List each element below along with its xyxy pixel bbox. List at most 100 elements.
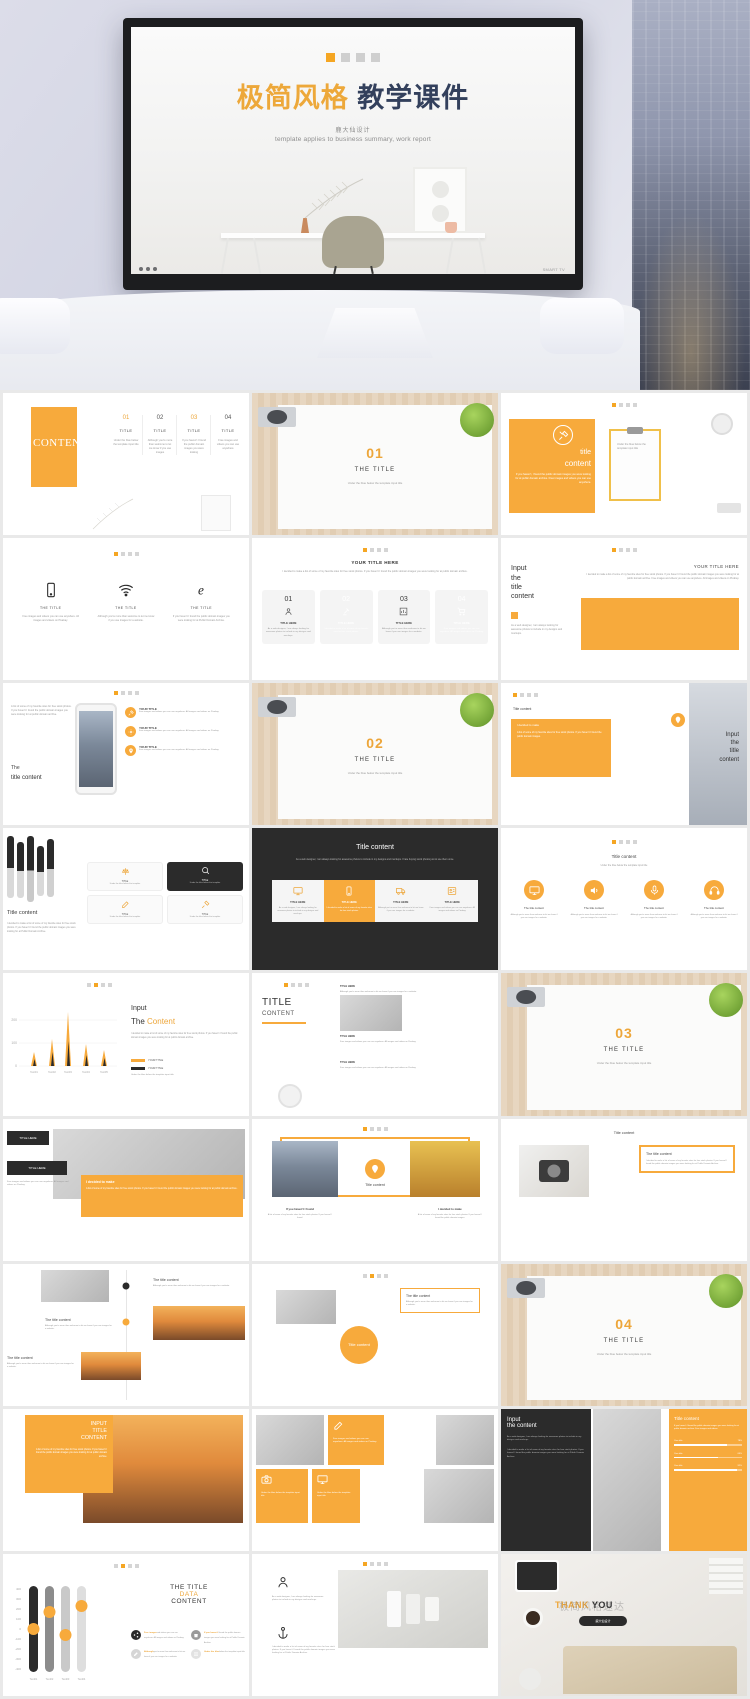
hero-subtitle-en: template applies to business summary, wo…	[275, 136, 431, 143]
contents-column[interactable]: 03 TITLE If you haven't I found the publ…	[181, 415, 211, 455]
dark-panel: Input the content As a web designer, I a…	[501, 1408, 591, 1551]
circle-label: The title content	[704, 906, 724, 911]
number-card[interactable]: 04 TITLE HERE Free images and videos you…	[435, 590, 488, 644]
slide-product-photo[interactable]: As a web designer, I am always looking f…	[252, 1553, 498, 1696]
slide-section-04[interactable]: 04 THE TITLE Under the blue below the te…	[501, 1263, 747, 1406]
dark-card[interactable]: TITLE HERE I decided to make a list of s…	[323, 880, 375, 923]
dark-card[interactable]: TITLE HERE Free images and videos you ca…	[426, 880, 478, 923]
slide-brushes[interactable]: Title content I decided to make a list o…	[3, 828, 249, 971]
slide-dots	[3, 552, 249, 557]
slide-section-03[interactable]: 03 THE TITLE Under the blue below the te…	[501, 973, 747, 1116]
contents-column[interactable]: 02 TITLE Although you're more than welco…	[147, 415, 177, 455]
icon-item[interactable]: THE TITLE Although you're more than welc…	[97, 582, 155, 623]
camera-icon	[507, 1277, 545, 1298]
icon-row: THE TITLE Free images and videos you can…	[13, 582, 239, 623]
timeline-item[interactable]: The title content Although you're more t…	[45, 1318, 113, 1331]
slide-title-content-clipboard[interactable]: title content If you haven't, I found th…	[501, 393, 747, 536]
keyboard-photo	[276, 1289, 336, 1324]
feature-card[interactable]: TITLE Under the blue below the template	[87, 862, 163, 892]
feature-card[interactable]: TITLE Under the blue below the template	[167, 895, 243, 925]
slide-numbered-cards[interactable]: YOUR TITLE HERE I decided to make a list…	[252, 538, 498, 681]
section-title: THE TITLE	[354, 467, 396, 473]
slide-title: Title content	[613, 1130, 635, 1135]
slide-dots	[252, 1273, 498, 1278]
legend-item[interactable]: Althoughyou're more than welcome to let …	[131, 1648, 187, 1659]
slide-dark-cards[interactable]: Title content As a web designer, I am al…	[252, 828, 498, 971]
slide-input-title-left[interactable]: Input the title content As a web designe…	[501, 538, 747, 681]
tile-label: Under the blue below the template input …	[261, 1491, 300, 1498]
mosaic-tile[interactable]: Under the blue below the template input …	[312, 1468, 360, 1523]
slide-input-title-right[interactable]: Title content I decided to make A list o…	[501, 683, 747, 826]
camera-icon	[258, 697, 296, 718]
circle-item[interactable]: The title content Although you're more t…	[629, 880, 679, 920]
slide-foot: Free images and videos you can use anywh…	[7, 1180, 69, 1186]
slide-circle-badge[interactable]: The title content Although you're more t…	[252, 1263, 498, 1406]
card-body: Under the blue below the template	[109, 883, 141, 886]
circle-badge[interactable]: Title content	[340, 1325, 378, 1364]
feature-card[interactable]: TITLE Under the blue below the template	[87, 895, 163, 925]
mosaic-tile[interactable]: Under the blue below the template input …	[256, 1468, 308, 1523]
circle-item[interactable]: The title content Although you're more t…	[689, 880, 739, 920]
slide-mosaic[interactable]: Free images and videos you can use anywh…	[252, 1408, 498, 1551]
content-box[interactable]: The title content Although you're more t…	[400, 1287, 480, 1313]
legend-item[interactable]: If you haven'tI found the public domain …	[191, 1629, 247, 1645]
svg-text:Text04: Text04	[82, 1070, 90, 1074]
panel-sub: If you haven't I found the public domain…	[674, 1424, 739, 1431]
marker-4	[371, 53, 380, 62]
flower-icon	[519, 1668, 541, 1690]
slide-bridge-panel[interactable]: INPUT TITLE CONTENT A list of some of my…	[3, 1408, 249, 1551]
orange-panel[interactable]: INPUT TITLE CONTENT A list of some of my…	[25, 1414, 113, 1493]
wheat-decoration	[92, 498, 134, 530]
slide-title-content-photos[interactable]: TITLE CONTENT TITLE HERE Although you're…	[252, 973, 498, 1116]
slide-phone-mockup[interactable]: A list of some of my favorite sites for …	[3, 683, 249, 826]
feature-item[interactable]: YOUR TITLE Free images and videos you can…	[125, 726, 243, 738]
timeline-item[interactable]: The title content Although you're more t…	[7, 1356, 75, 1369]
left-title: Title content	[513, 707, 532, 712]
icon-item[interactable]: e THE TITLE If you haven't I found the p…	[172, 582, 230, 623]
content-box[interactable]: The title content I decided to make a li…	[639, 1144, 735, 1173]
legend-item[interactable]: Under the bluebelow the template input t…	[191, 1648, 247, 1659]
circle-item[interactable]: The title content Although you're more t…	[509, 880, 559, 920]
circle-body: Although you're more than welcome to let…	[690, 914, 738, 920]
orange-panel[interactable]: Title content If you haven't I found the…	[669, 1408, 747, 1551]
number-card[interactable]: 01 TITLE HERE As a web designer, I am al…	[262, 590, 315, 644]
slide-thank-you[interactable]: THANK YOU 极简风格速达 鹿大仙设计	[501, 1553, 747, 1696]
slide-dark-split-bars[interactable]: Input the content As a web designer, I a…	[501, 1408, 747, 1551]
number-card[interactable]: 02 TITLE HERE I decided to make a list o…	[319, 590, 373, 644]
dark-card[interactable]: TITLE HERE Although you're more than wel…	[375, 880, 427, 923]
feature-item[interactable]: YOUR TITLE Free images and videos you can…	[125, 707, 243, 719]
svg-text:100: 100	[16, 1617, 21, 1621]
contents-title: TITLE	[119, 428, 133, 433]
slide-camera-box[interactable]: Title content The title content I decide…	[501, 1118, 747, 1261]
timeline-item[interactable]: The title content Although you're more t…	[153, 1278, 245, 1288]
legend-body: below the template input title.	[219, 1650, 246, 1653]
legend-item[interactable]: Free imagesand videos you can use anywhe…	[131, 1629, 187, 1645]
slide-section-02[interactable]: 02 THE TITLE Under the blue below the te…	[252, 683, 498, 826]
slide-section-01[interactable]: 01 THE TITLE Under the blue below the te…	[252, 393, 498, 536]
mosaic-tile[interactable]: Free images and videos you can use anywh…	[328, 1414, 384, 1465]
slide-slider-chart[interactable]: 400 300 200 100 0 -100 -200 -300 -400 Text01 Te…	[3, 1553, 249, 1696]
dark-card[interactable]: TITLE HERE As a web designer, I am alway…	[272, 880, 324, 923]
slide-laptop-panel[interactable]: TITLE HERE TITLE HERE Free images and vi…	[3, 1118, 249, 1261]
slide-three-icons[interactable]: THE TITLE Free images and videos you can…	[3, 538, 249, 681]
edit-icon	[334, 1421, 343, 1430]
circle-item[interactable]: The title content Although you're more t…	[569, 880, 619, 920]
feature-item[interactable]: YOUR TITLE Free images and videos you can…	[125, 745, 243, 757]
slide-frame-photo[interactable]: Title content If you haven't I found A l…	[252, 1118, 498, 1261]
orange-panel[interactable]: I decided to make A list of some of my f…	[81, 1174, 243, 1217]
slide-contents[interactable]: CONTENTS 01 TITLE Under the blue below t…	[3, 393, 249, 536]
watermark: 极简风格速达	[559, 1601, 625, 1613]
pin-icon	[671, 713, 685, 728]
slide-chart[interactable]: 200 100 0 Text01 Text02 Text03 Text04 Te…	[3, 973, 249, 1116]
slide-timeline[interactable]: The title content Although you're more t…	[3, 1263, 249, 1406]
slide-circle-icons[interactable]: Title content Under the blue below the t…	[501, 828, 747, 971]
progress-bars: Your title 78% Your title 65% Your title 92…	[674, 1440, 742, 1471]
number-card[interactable]: 03 TITLE HERE Although you're more than …	[377, 590, 431, 644]
contents-column[interactable]: 01 TITLE Under the blue below the templa…	[113, 415, 143, 455]
card-body: Although you're more than welcome to let…	[381, 628, 426, 634]
chart-body: I decided to make a list of some of my f…	[131, 1033, 238, 1039]
feature-card[interactable]: TITLE Under the blue below the template	[167, 862, 243, 892]
svg-text:-400: -400	[15, 1667, 21, 1671]
contents-column[interactable]: 04 TITLE Free images and videos you can …	[215, 415, 241, 455]
icon-item[interactable]: THE TITLE Free images and videos you can…	[22, 582, 80, 623]
